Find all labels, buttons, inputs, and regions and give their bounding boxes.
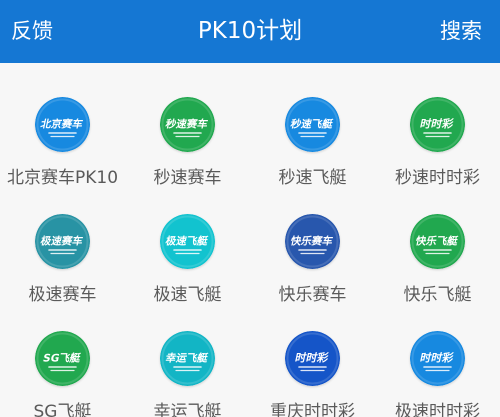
game-label: SG飞艇 — [33, 402, 92, 417]
logo-text: 快乐飞艇 — [414, 235, 459, 248]
top-bar: 反馈 PK10计划 搜索 — [0, 0, 500, 63]
game-tile[interactable]: 极速赛车 极速赛车 — [0, 180, 125, 305]
car-racing-icon[interactable]: 北京赛车 — [35, 97, 90, 152]
speedboat-icon[interactable]: 极速飞艇 — [160, 214, 215, 269]
game-logo-graphic: 时时彩 — [285, 331, 340, 386]
game-logo-graphic: 时时彩 — [410, 97, 465, 152]
search-button[interactable]: 搜索 — [440, 0, 482, 63]
game-tile[interactable]: 极速飞艇 极速飞艇 — [125, 180, 250, 305]
game-tile[interactable]: 快乐飞艇 快乐飞艇 — [375, 180, 500, 305]
game-tile[interactable]: 快乐赛车 快乐赛车 — [250, 180, 375, 305]
logo-text: 时时彩 — [419, 351, 456, 365]
feedback-button[interactable]: 反馈 — [11, 0, 53, 63]
game-tile[interactable]: 时时彩 重庆时时彩 — [250, 297, 375, 417]
page-title-text: PK10计划 — [197, 18, 303, 44]
car-racing-icon[interactable]: 极速赛车 — [35, 214, 90, 269]
game-logo-graphic: SG飞艇 — [35, 331, 90, 386]
game-tile[interactable]: 幸运飞艇 幸运飞艇 — [125, 297, 250, 417]
game-tile[interactable]: 秒速飞艇 秒速飞艇 — [250, 63, 375, 188]
logo-text: 极速飞艇 — [164, 235, 209, 248]
speedboat-icon[interactable]: 秒速飞艇 — [285, 97, 340, 152]
logo-text: 时时彩 — [294, 351, 331, 365]
speedboat-icon[interactable]: SG飞艇 — [35, 331, 90, 386]
logo-text: 幸运飞艇 — [164, 352, 209, 365]
logo-text: 极速赛车 — [39, 235, 84, 248]
lottery-icon[interactable]: 时时彩 — [285, 331, 340, 386]
game-logo-graphic: 北京赛车 — [35, 97, 90, 152]
game-logo-graphic: 快乐赛车 — [285, 214, 340, 269]
logo-text: 快乐赛车 — [289, 235, 334, 248]
game-logo-graphic: 秒速飞艇 — [285, 97, 340, 152]
lottery-icon[interactable]: 时时彩 — [410, 331, 465, 386]
car-racing-icon[interactable]: 秒速赛车 — [160, 97, 215, 152]
game-grid: 北京赛车 北京赛车PK10 秒速赛车 秒速赛车 秒速飞艇 秒速飞艇 时时彩 秒速时时彩极速赛车… — [0, 63, 500, 417]
game-label: 幸运飞艇 — [153, 402, 222, 417]
logo-text: 时时彩 — [419, 117, 456, 131]
game-tile[interactable]: 北京赛车 北京赛车PK10 — [0, 63, 125, 188]
game-logo-graphic: 快乐飞艇 — [410, 214, 465, 269]
lottery-icon[interactable]: 时时彩 — [410, 97, 465, 152]
game-logo-graphic: 时时彩 — [410, 331, 465, 386]
logo-text: 北京赛车 — [39, 118, 84, 131]
car-racing-icon[interactable]: 快乐赛车 — [285, 214, 340, 269]
game-tile[interactable]: SG飞艇 SG飞艇 — [0, 297, 125, 417]
logo-text: 秒速飞艇 — [289, 118, 334, 131]
page-title: PK10计划 — [0, 0, 500, 63]
speedboat-icon[interactable]: 快乐飞艇 — [410, 214, 465, 269]
game-logo-graphic: 极速飞艇 — [160, 214, 215, 269]
game-logo-graphic: 幸运飞艇 — [160, 331, 215, 386]
game-label: 极速时时彩 — [395, 402, 480, 417]
game-tile[interactable]: 时时彩 极速时时彩 — [375, 297, 500, 417]
speedboat-icon[interactable]: 幸运飞艇 — [160, 331, 215, 386]
logo-text: 秒速赛车 — [164, 118, 209, 131]
game-tile[interactable]: 秒速赛车 秒速赛车 — [125, 63, 250, 188]
game-logo-graphic: 极速赛车 — [35, 214, 90, 269]
app-screen: 反馈 PK10计划 搜索 北京赛车 北京赛车PK10 秒速赛车 秒速赛车 秒速飞艇 秒速飞… — [0, 0, 500, 417]
game-logo-graphic: 秒速赛车 — [160, 97, 215, 152]
game-tile[interactable]: 时时彩 秒速时时彩 — [375, 63, 500, 188]
game-label: 重庆时时彩 — [270, 402, 355, 417]
logo-text: SG飞艇 — [42, 352, 82, 365]
